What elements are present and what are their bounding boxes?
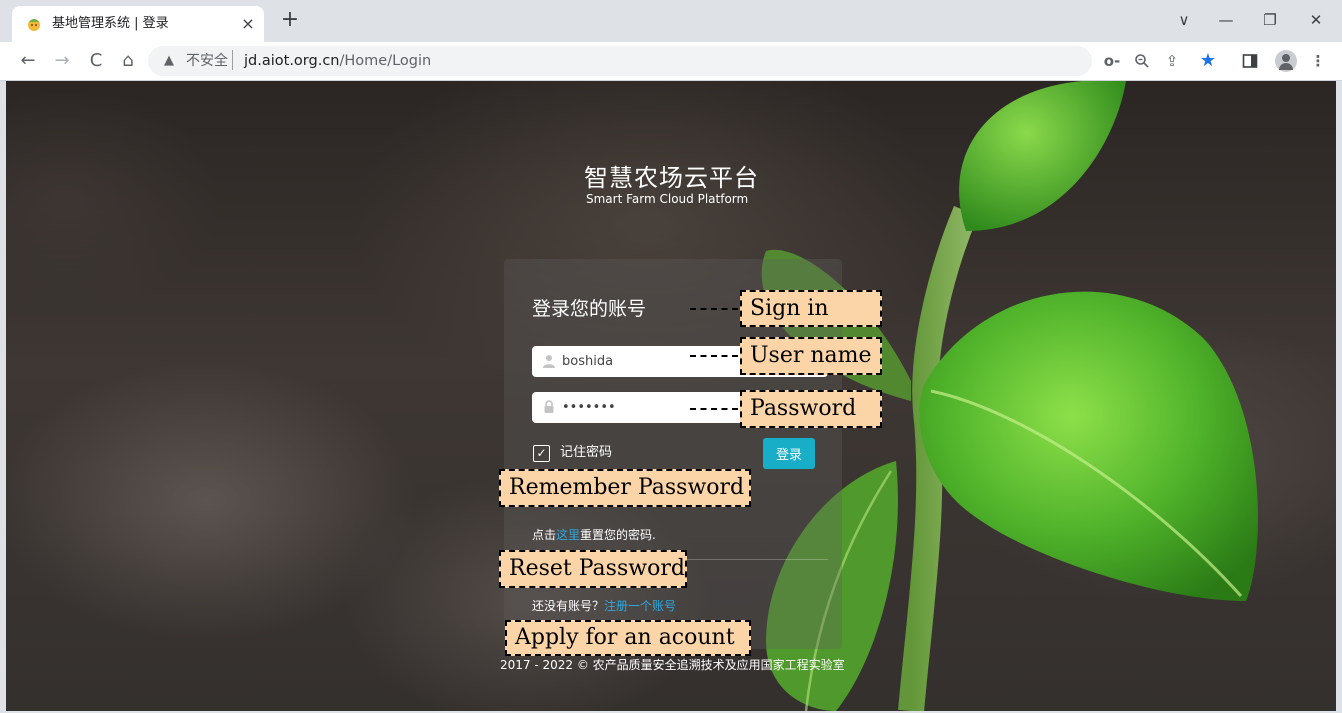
page-footer: 2017 - 2022 © 农产品质量安全追溯技术及应用国家工程实验室 (500, 658, 845, 672)
tab-search-icon[interactable]: ∨ (1164, 6, 1204, 34)
reset-password-link[interactable]: 这里 (556, 528, 580, 542)
url-host: jd.aiot.org.cn (244, 53, 340, 69)
side-panel-shape (1242, 54, 1258, 68)
site-favicon-icon (28, 19, 40, 31)
minimize-button[interactable]: — (1206, 6, 1246, 34)
share-icon[interactable]: ⇪ (1160, 49, 1184, 73)
login-heading: 登录您的账号 (532, 298, 647, 320)
back-icon[interactable]: ← (16, 49, 40, 73)
remember-password-callout: Remember Password (499, 469, 751, 507)
user-icon (543, 355, 555, 368)
remember-checkbox[interactable]: ✓ (533, 445, 550, 462)
avatar-head (1282, 54, 1290, 62)
bookmark-star-icon[interactable]: ★ (1196, 49, 1220, 73)
reset-password-callout: Reset Password (499, 550, 687, 588)
reset-prefix: 点击 (532, 528, 557, 542)
url-divider (232, 50, 233, 70)
url-text[interactable]: jd.aiot.org.cn/Home/Login (244, 51, 431, 71)
register-link[interactable]: 注册一个账号 (604, 599, 676, 613)
remember-label[interactable]: 记住密码 (560, 445, 612, 461)
address-bar[interactable]: ▲ 不安全 jd.aiot.org.cn/Home/Login (148, 46, 1092, 76)
register-prefix: 还没有账号？ (532, 599, 605, 613)
register-text: 还没有账号？注册一个账号 (532, 598, 676, 614)
lock-icon (544, 400, 554, 413)
home-icon[interactable]: ⌂ (116, 49, 140, 73)
reload-icon[interactable]: C (84, 49, 108, 73)
warning-icon[interactable]: ▲ (164, 52, 174, 70)
password-callout: Password (740, 390, 882, 428)
browser-toolbar: ← → C ⌂ ▲ 不安全 jd.aiot.org.cn/Home/Login … (0, 42, 1342, 81)
profile-avatar-icon[interactable] (1275, 50, 1297, 72)
brand-title: 智慧农场云平台 (584, 164, 759, 192)
security-label[interactable]: 不安全 (186, 51, 228, 71)
sign-in-callout: Sign in (740, 290, 882, 327)
sign-in-leader (690, 308, 738, 310)
tab-close-icon[interactable]: × (238, 14, 258, 34)
menu-icon[interactable]: ⋮ (1306, 49, 1330, 73)
close-window-button[interactable]: ✕ (1296, 6, 1336, 34)
login-button[interactable]: 登录 (763, 438, 815, 469)
new-tab-button[interactable]: + (278, 9, 302, 33)
side-panel-icon[interactable] (1238, 49, 1262, 73)
avatar-body (1279, 63, 1293, 70)
apply-account-callout: Apply for an acount (505, 620, 751, 656)
reset-password-text: 点击这里重置您的密码. (532, 527, 656, 543)
password-key-icon[interactable]: o- (1100, 49, 1124, 73)
restore-button[interactable]: ❐ (1250, 6, 1290, 34)
forward-icon[interactable]: → (50, 49, 74, 73)
reset-suffix: 重置您的密码. (580, 528, 656, 542)
tab-title: 基地管理系统 | 登录 (52, 16, 169, 31)
password-leader (690, 408, 738, 410)
brand-subtitle: Smart Farm Cloud Platform (586, 192, 749, 206)
browser-tab[interactable]: 基地管理系统 | 登录 × (12, 6, 264, 42)
user-name-leader (690, 355, 738, 357)
tab-strip: 基地管理系统 | 登录 × + ∨ — ❐ ✕ (0, 0, 1342, 42)
magnifier-icon (1135, 54, 1149, 68)
user-name-callout: User name (740, 337, 882, 375)
page-viewport: 智慧农场云平台 Smart Farm Cloud Platform 登录您的账号… (6, 81, 1336, 711)
zoom-icon[interactable] (1130, 49, 1154, 73)
url-path: /Home/Login (339, 53, 432, 69)
